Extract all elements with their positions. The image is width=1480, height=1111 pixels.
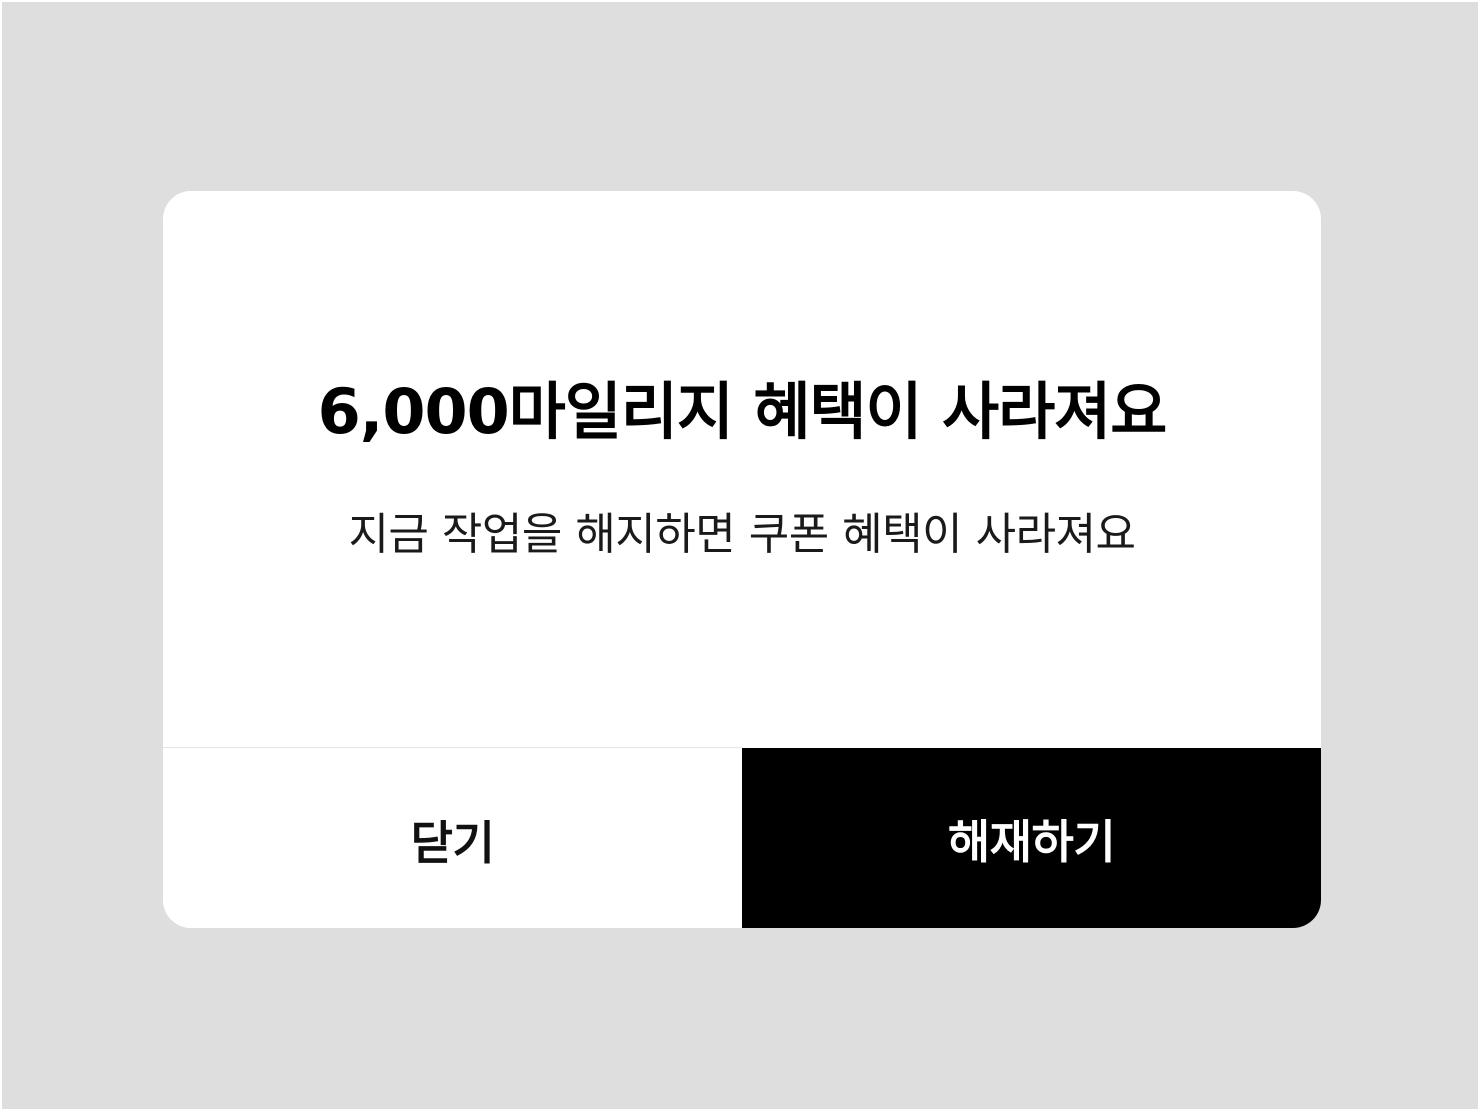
dialog-title: 6,000마일리지 혜택이 사라져요 <box>317 375 1168 448</box>
confirm-dialog: 6,000마일리지 혜택이 사라져요 지금 작업을 해지하면 쿠폰 혜택이 사라… <box>163 191 1321 928</box>
dialog-button-row: 닫기 해재하기 <box>163 748 1321 928</box>
cancel-subscription-button[interactable]: 해재하기 <box>742 748 1321 928</box>
dialog-body: 6,000마일리지 혜택이 사라져요 지금 작업을 해지하면 쿠폰 혜택이 사라… <box>163 191 1321 747</box>
close-button[interactable]: 닫기 <box>163 748 742 928</box>
modal-backdrop: 6,000마일리지 혜택이 사라져요 지금 작업을 해지하면 쿠폰 혜택이 사라… <box>0 0 1480 1111</box>
dialog-message: 지금 작업을 해지하면 쿠폰 혜택이 사라져요 <box>348 509 1136 560</box>
